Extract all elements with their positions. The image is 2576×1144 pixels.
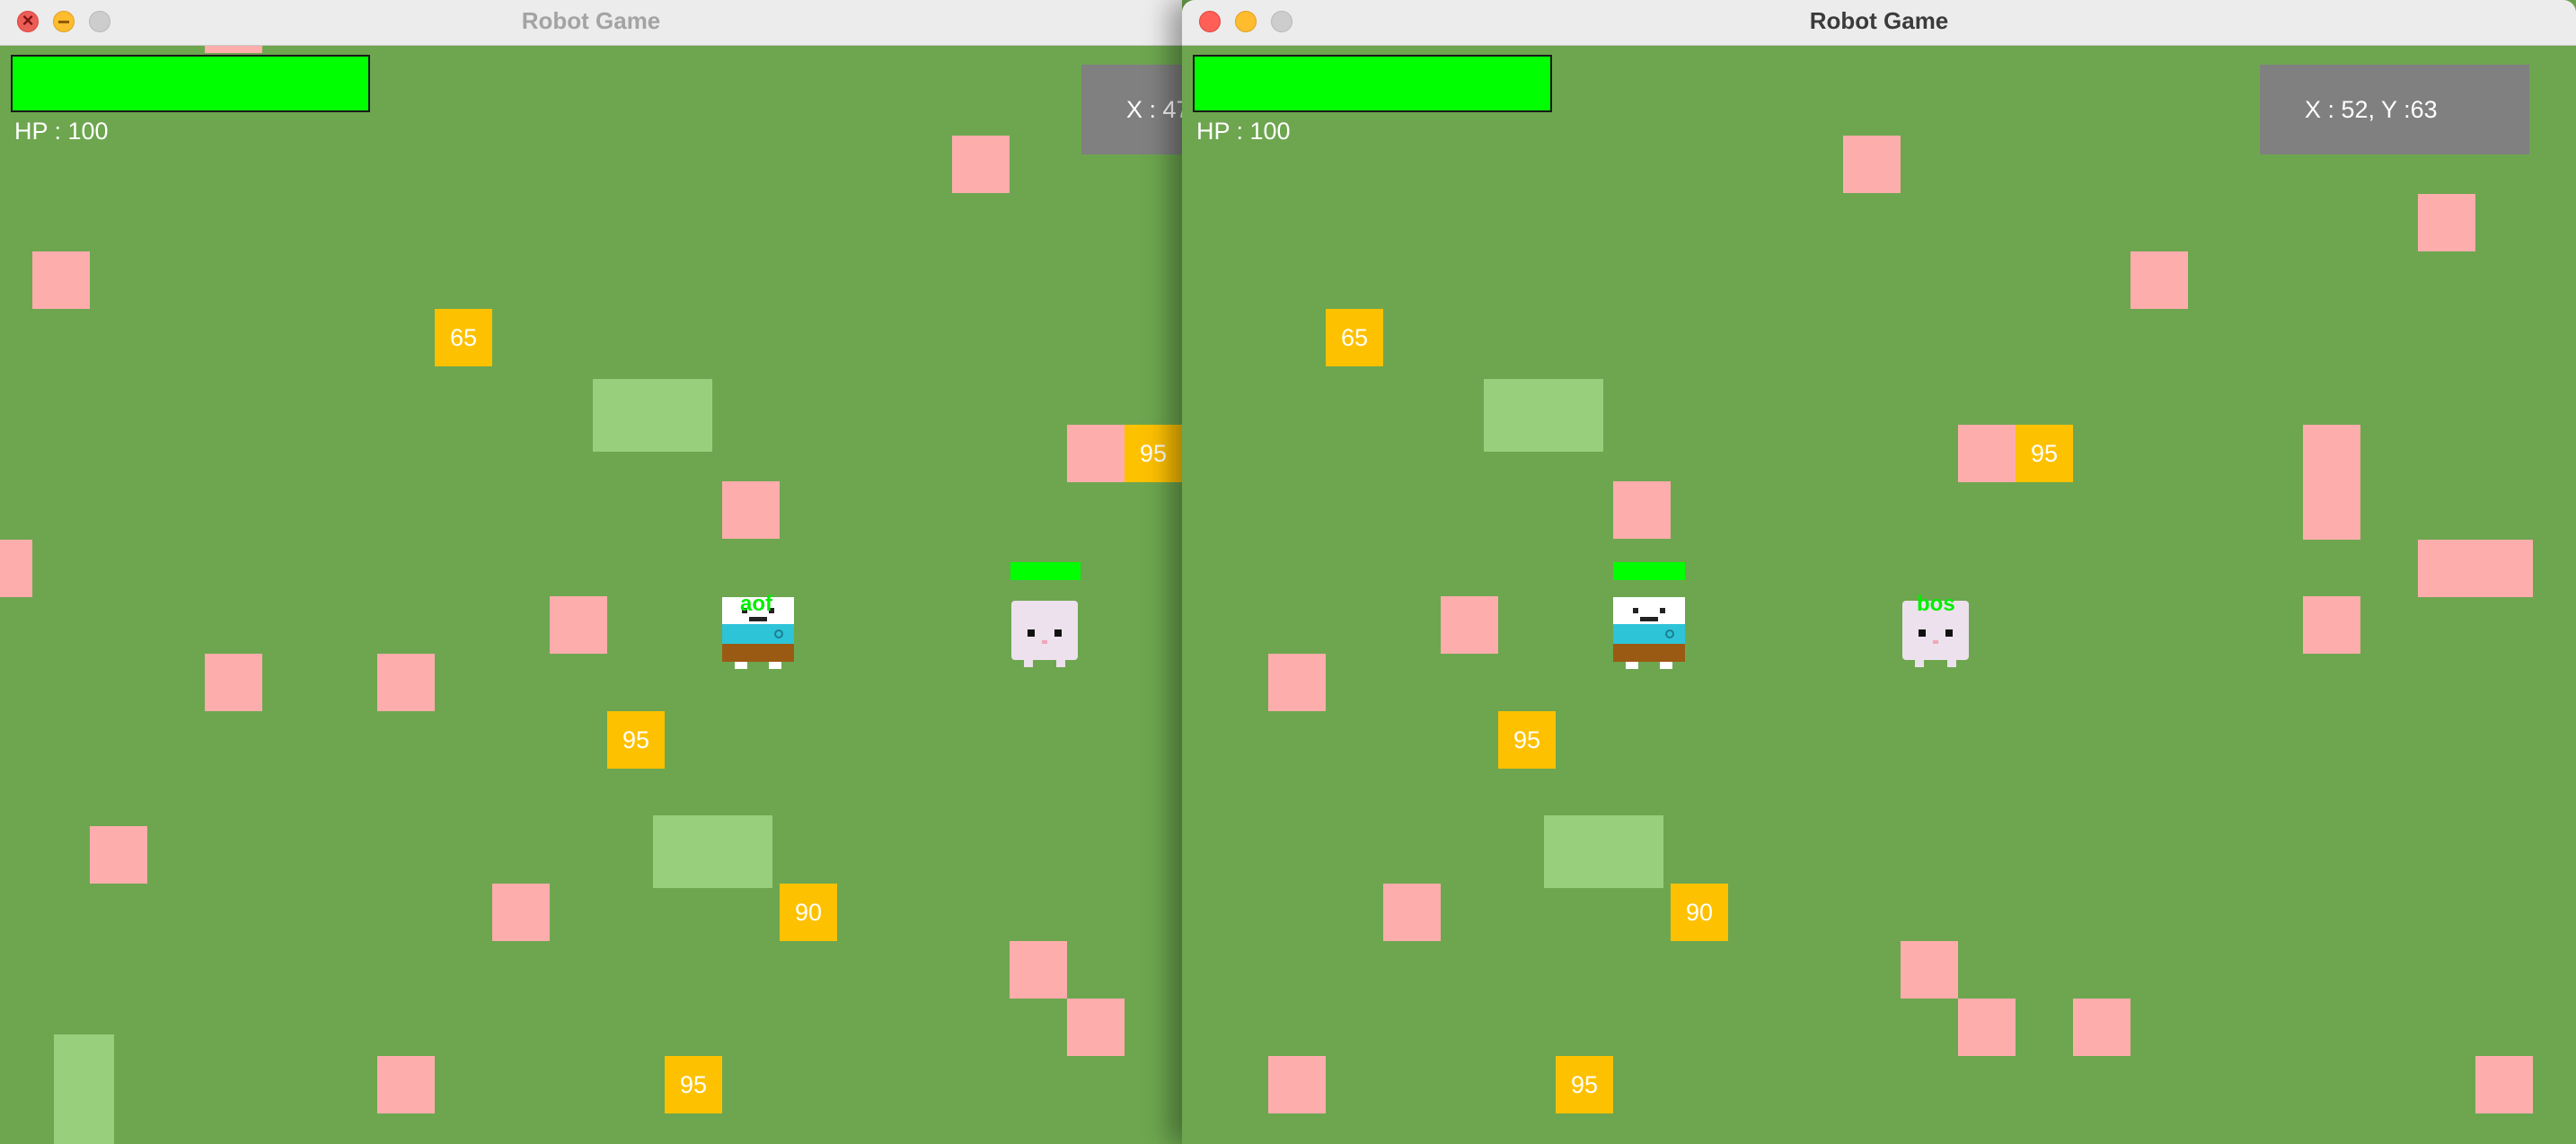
grass-patch <box>593 379 712 452</box>
pink-block <box>1613 481 1671 539</box>
window-title: Robot Game <box>1809 7 1949 34</box>
grass-patch <box>1484 379 1603 452</box>
pink-block <box>1901 941 1958 999</box>
pink-block <box>492 884 550 941</box>
pink-block <box>1268 654 1326 711</box>
window-title: Robot Game <box>521 7 661 34</box>
pink-block <box>1958 425 2016 482</box>
pink-block <box>377 1056 435 1113</box>
pink-block <box>90 826 147 884</box>
pink-block <box>2073 999 2130 1056</box>
coin-tile[interactable]: 90 <box>1671 884 1728 941</box>
hp-text: HP : 100 <box>14 118 109 145</box>
coordinate-panel: X : 52, Y :63 <box>2260 65 2529 154</box>
hp-bar <box>11 55 370 112</box>
hp-text: HP : 100 <box>1196 118 1291 145</box>
game-canvas[interactable]: 65 95 95 90 95 bos HP : 100 X : 52, Y :6… <box>1182 46 2576 1144</box>
player-name: bos <box>1917 592 1955 616</box>
pink-block <box>2418 194 2475 251</box>
pink-block <box>1383 884 1441 941</box>
grass-patch <box>653 815 772 888</box>
pink-block <box>952 136 1010 193</box>
pink-block <box>377 654 435 711</box>
pink-block <box>1843 136 1901 193</box>
pink-block <box>1441 596 1498 654</box>
pink-block <box>2303 425 2360 540</box>
enemy-hp-bar <box>1010 562 1081 580</box>
grass-patch <box>1544 815 1663 888</box>
pink-block <box>205 46 262 53</box>
pink-block <box>205 654 262 711</box>
title-bar[interactable]: Robot Game <box>0 0 1182 46</box>
robot-hp-bar <box>1613 562 1685 580</box>
pink-block <box>1067 425 1125 482</box>
pink-block <box>1010 941 1067 999</box>
pink-block <box>1268 1056 1326 1113</box>
grass-patch <box>54 1034 114 1144</box>
player-name: aof <box>740 592 772 616</box>
right-game-window: Robot Game 65 95 95 90 95 bos HP: 100 X… <box>1182 0 2576 1144</box>
pink-block <box>2130 251 2188 309</box>
coordinate-panel: X : 47 <box>1081 65 1182 154</box>
game-canvas[interactable]: 65 95 95 90 95 aof HP : 100 X : 47 <box>0 46 1182 1144</box>
pink-block <box>1958 999 2016 1056</box>
pink-block <box>2418 540 2533 597</box>
coin-tile[interactable]: 95 <box>2016 425 2073 482</box>
coin-tile[interactable]: 95 <box>665 1056 722 1113</box>
pink-block <box>1067 999 1125 1056</box>
hp-bar <box>1193 55 1552 112</box>
pink-block <box>0 540 32 597</box>
pink-block <box>550 596 607 654</box>
pink-block <box>722 481 780 539</box>
coin-tile[interactable]: 95 <box>1498 711 1556 769</box>
pink-block <box>2303 596 2360 654</box>
left-game-window: Robot Game 65 95 95 90 95 <box>0 0 1182 1144</box>
coin-tile[interactable]: 95 <box>1556 1056 1613 1113</box>
robot-sprite <box>1613 597 1685 669</box>
pink-block <box>32 251 90 309</box>
title-bar[interactable]: Robot Game <box>1182 0 2576 46</box>
coin-tile[interactable]: 65 <box>435 309 492 366</box>
coin-tile[interactable]: 90 <box>780 884 837 941</box>
cat-sprite <box>1011 601 1078 667</box>
coin-tile[interactable]: 95 <box>1125 425 1182 482</box>
coin-tile[interactable]: 65 <box>1326 309 1383 366</box>
coin-tile[interactable]: 95 <box>607 711 665 769</box>
pink-block <box>2475 1056 2533 1113</box>
